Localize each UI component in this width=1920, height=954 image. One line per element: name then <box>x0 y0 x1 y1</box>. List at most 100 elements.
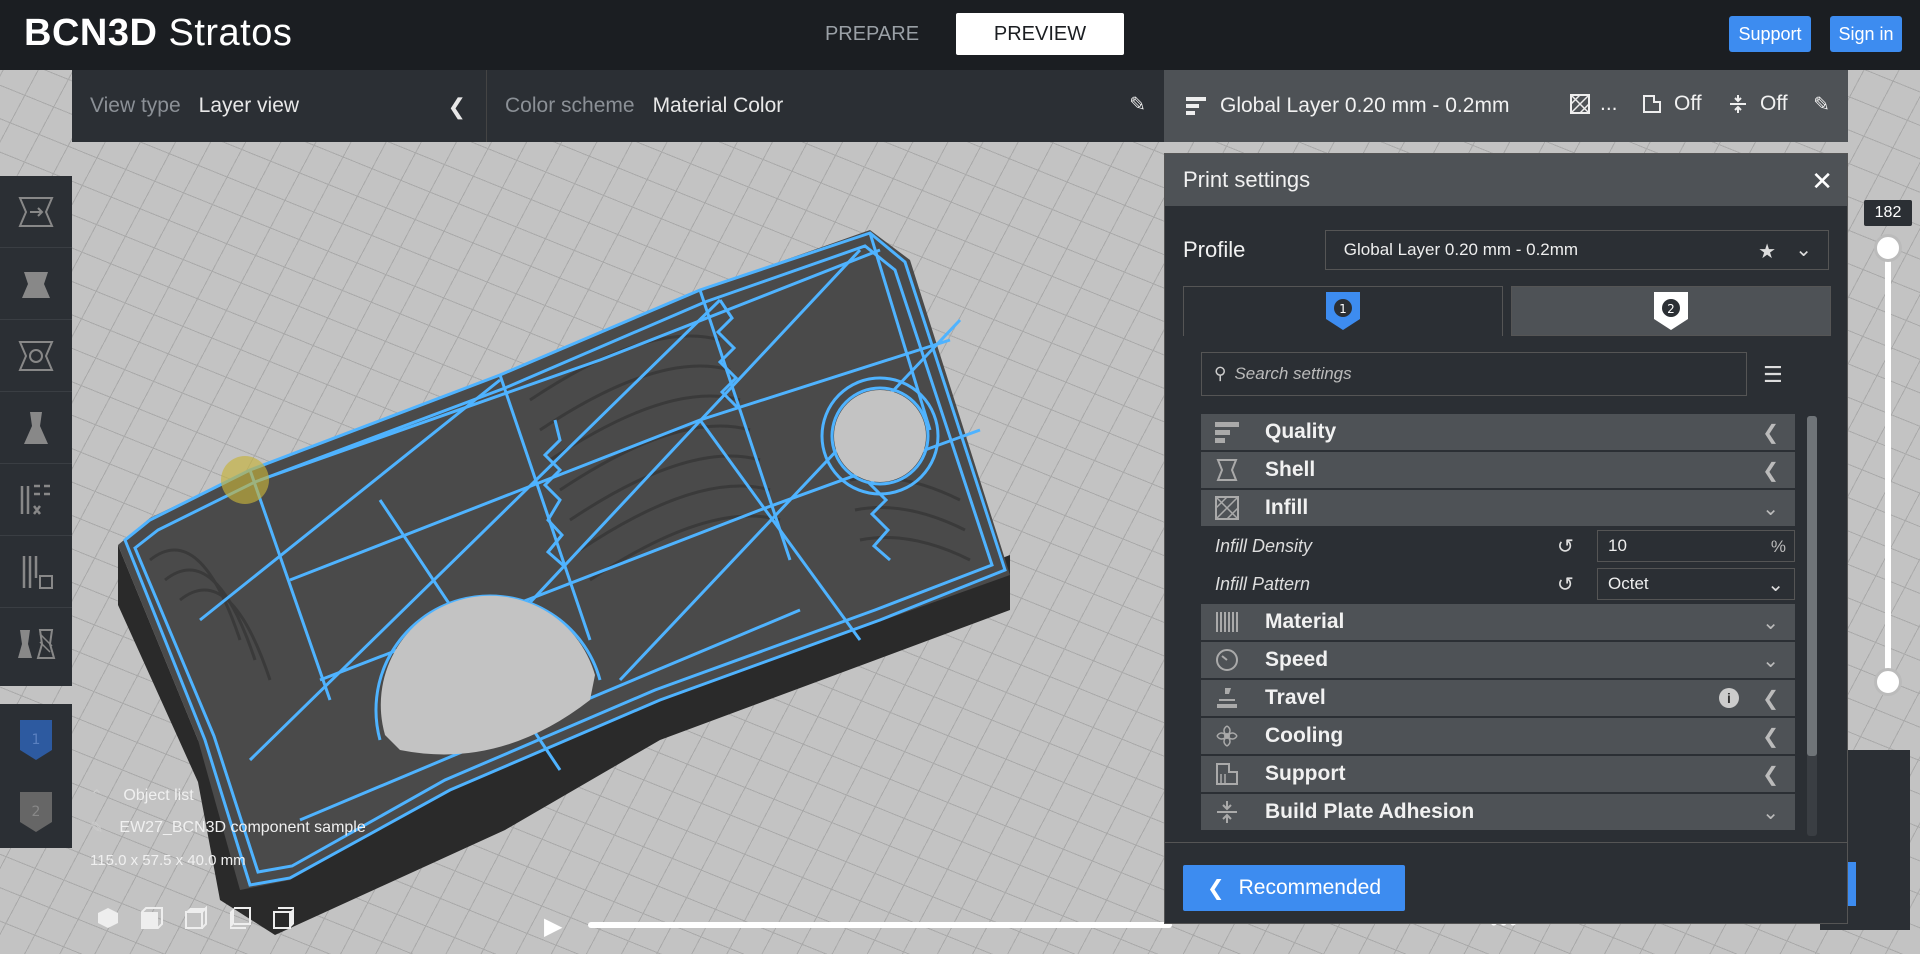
infill-icon <box>1570 94 1590 114</box>
dual-extrusion-icon <box>18 629 56 659</box>
tab-extruder-2[interactable]: 2 <box>1511 286 1831 336</box>
view-type-selector[interactable]: View type Layer view ❮ <box>72 70 487 142</box>
svg-text:1: 1 <box>32 732 41 748</box>
object-list-toggle[interactable]: ⌃ Object list <box>90 780 366 812</box>
mirror-icon <box>24 411 48 444</box>
settings-scrollbar-thumb[interactable] <box>1807 416 1817 756</box>
extruder-2-selector[interactable]: 2 <box>0 776 72 848</box>
translate-tool[interactable] <box>0 176 72 248</box>
chevron-down-icon: ⌄ <box>1762 612 1779 634</box>
top-bar: BCN3D Stratos PREPARE PREVIEW Support Si… <box>0 0 1920 70</box>
reset-icon[interactable]: ↺ <box>1557 572 1574 597</box>
tab-extruder-1[interactable]: 1 <box>1183 286 1503 336</box>
chevron-left-icon: ❮ <box>1762 688 1779 710</box>
object-info: ⌃ Object list ✎ EW27_BCN3D component sam… <box>90 780 366 876</box>
settings-search-placeholder: Search settings <box>1234 364 1352 383</box>
setting-infill-pattern: Infill Pattern ↺ Octet ⌄ <box>1201 566 1795 602</box>
infill-icon <box>1215 496 1239 520</box>
object-name-row[interactable]: ✎ EW27_BCN3D component sample <box>90 812 366 844</box>
infill-pattern-dropdown[interactable]: Octet ⌄ <box>1597 568 1795 600</box>
object-name: EW27_BCN3D component sample <box>119 819 366 836</box>
chevron-left-icon: ❮ <box>1762 460 1779 482</box>
chevron-left-icon: ❮ <box>1206 876 1225 900</box>
mirror-tool[interactable] <box>0 392 72 464</box>
category-infill[interactable]: Infill ⌄ <box>1201 490 1795 526</box>
settings-visibility-menu-icon[interactable]: ☰ <box>1763 362 1783 388</box>
left-view-icon[interactable] <box>228 906 252 930</box>
category-quality[interactable]: Quality ❮ <box>1201 414 1795 450</box>
chevron-left-icon: ❮ <box>1762 422 1779 444</box>
per-model-settings-icon <box>20 484 50 515</box>
category-cooling[interactable]: Cooling ❮ <box>1201 718 1795 754</box>
tab-prepare[interactable]: PREPARE <box>788 13 956 55</box>
per-model-settings-tool[interactable] <box>0 464 72 536</box>
extruder-tabs: 1 2 <box>1183 286 1831 336</box>
sign-in-button[interactable]: Sign in <box>1830 16 1902 52</box>
view-type-value: Layer view <box>198 94 300 117</box>
setting-infill-density: Infill Density ↺ 10 % <box>1201 528 1795 564</box>
extruder-1-selector[interactable]: 1 <box>0 704 72 776</box>
svg-text:2: 2 <box>1667 302 1675 316</box>
star-icon[interactable]: ★ <box>1758 239 1776 264</box>
play-icon[interactable]: ▶ <box>544 912 568 940</box>
profile-dropdown[interactable]: Global Layer 0.20 mm - 0.2mm ★ ⌄ <box>1324 230 1829 270</box>
dual-extrusion-tool[interactable] <box>0 608 72 680</box>
tab-preview[interactable]: PREVIEW <box>956 13 1124 55</box>
info-icon[interactable]: i <box>1719 688 1739 708</box>
view-options-bar: View type Layer view ❮ Color scheme Mate… <box>72 70 1164 142</box>
brand-logo: BCN3D Stratos <box>24 12 293 54</box>
support-icon <box>1216 763 1238 785</box>
chevron-down-icon: ⌄ <box>1762 802 1779 824</box>
chevron-left-icon[interactable]: ❮ <box>448 94 466 120</box>
print-settings-panel: Print settings ✕ Profile Global Layer 0.… <box>1164 153 1848 924</box>
profile-summary-name: Global Layer 0.20 mm - 0.2mm <box>1220 94 1510 117</box>
path-slider-track[interactable] <box>588 922 1172 928</box>
search-icon: ⚲ <box>1214 364 1227 383</box>
reset-icon[interactable]: ↺ <box>1557 534 1574 559</box>
travel-icon <box>1217 688 1237 708</box>
category-build-plate-adhesion[interactable]: Build Plate Adhesion ⌄ <box>1201 794 1795 830</box>
settings-search-input[interactable]: ⚲ Search settings <box>1201 352 1747 396</box>
right-view-icon[interactable] <box>272 906 296 930</box>
infill-summary: ... <box>1570 92 1618 116</box>
pencil-icon[interactable]: ✎ <box>1129 92 1146 117</box>
left-toolbar <box>0 176 72 686</box>
quality-icon <box>1215 422 1239 443</box>
scale-icon <box>22 271 50 298</box>
rotate-tool[interactable] <box>0 320 72 392</box>
category-material[interactable]: Material ⌄ <box>1201 604 1795 640</box>
pencil-icon: ✎ <box>90 820 104 837</box>
speed-icon <box>1216 649 1238 671</box>
color-scheme-label: Color scheme <box>505 94 635 117</box>
support-button[interactable]: Support <box>1729 16 1811 52</box>
chevron-up-icon: ⌃ <box>90 788 104 805</box>
color-scheme-selector[interactable]: Color scheme Material Color ✎ <box>487 70 1164 142</box>
move-icon <box>18 196 54 227</box>
adhesion-icon <box>1217 801 1237 823</box>
3d-view-icon[interactable] <box>96 906 120 930</box>
layer-slider-top-handle[interactable] <box>1874 234 1902 262</box>
top-view-icon[interactable] <box>184 906 208 930</box>
front-view-icon[interactable] <box>140 906 164 930</box>
scale-tool[interactable] <box>0 248 72 320</box>
svg-text:1: 1 <box>1339 302 1347 316</box>
category-travel[interactable]: Travel i ❮ <box>1201 680 1795 716</box>
support-blocker-tool[interactable] <box>0 536 72 608</box>
category-shell[interactable]: Shell ❮ <box>1201 452 1795 488</box>
layer-slider-track[interactable] <box>1885 248 1891 682</box>
extruder-2-icon: 2 <box>20 792 52 832</box>
chevron-left-icon: ❮ <box>1762 764 1779 786</box>
recommended-mode-button[interactable]: ❮ Recommended <box>1183 865 1405 911</box>
profile-row: Profile Global Layer 0.20 mm - 0.2mm ★ ⌄ <box>1183 228 1829 272</box>
color-scheme-value: Material Color <box>652 94 784 117</box>
settings-list: Quality ❮ Shell ❮ Infill ⌄ Infill Densit… <box>1201 414 1795 834</box>
category-speed[interactable]: Speed ⌄ <box>1201 642 1795 678</box>
close-icon[interactable]: ✕ <box>1811 166 1833 197</box>
infill-density-input[interactable]: 10 % <box>1597 530 1795 562</box>
pencil-icon[interactable]: ✎ <box>1813 92 1830 117</box>
extruder-1-icon: 1 <box>20 720 52 760</box>
print-setup-summary[interactable]: Global Layer 0.20 mm - 0.2mm ... Off Off… <box>1164 70 1848 142</box>
category-support[interactable]: Support ❮ <box>1201 756 1795 792</box>
layer-slider-bottom-handle[interactable] <box>1874 668 1902 696</box>
object-dimensions: 115.0 x 57.5 x 40.0 mm <box>90 851 246 869</box>
